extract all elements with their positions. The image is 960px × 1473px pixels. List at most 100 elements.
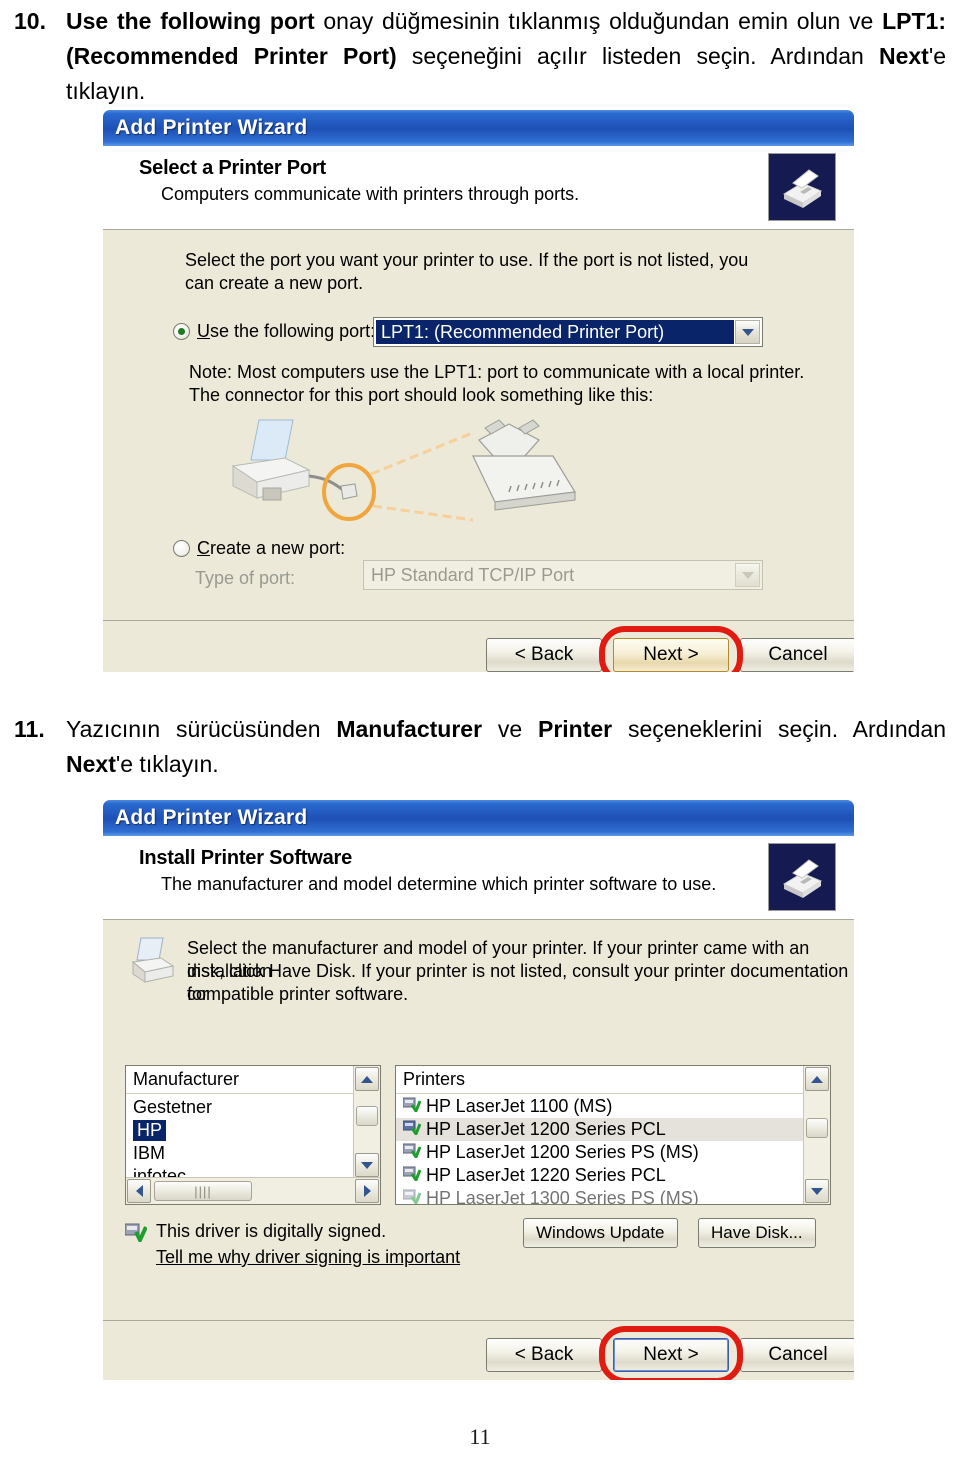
dialog-content-2: Select the manufacturer and model of you…	[103, 920, 854, 1380]
dialog-body-1: Select a Printer Port Computers communic…	[103, 146, 854, 672]
next-button-1-label: Next >	[613, 638, 729, 672]
step-10-number: 10.	[14, 8, 46, 34]
cancel-button-2[interactable]: Cancel	[740, 1338, 854, 1372]
type-of-port-dropdown: HP Standard TCP/IP Port	[363, 560, 763, 590]
digitally-signed-icon	[124, 1223, 148, 1247]
window-title-2: Add Printer Wizard	[115, 806, 308, 829]
manufacturer-item-2: IBM	[133, 1143, 166, 1163]
scroll-down-icon-printers[interactable]	[805, 1179, 829, 1203]
next-button-2-label: Next >	[613, 1338, 729, 1372]
driver-signed-texts: This driver is digitally signed. Tell me…	[156, 1220, 460, 1268]
scroll-up-icon-manufacturer[interactable]	[355, 1067, 379, 1091]
step-10-text-1: onay düğmesinin tıklanmış olduğundan emi…	[314, 8, 883, 34]
windows-update-button[interactable]: Windows Update	[523, 1218, 678, 1248]
titlebar-1: Add Printer Wizard	[103, 110, 854, 146]
port-intro-text: Select the port you want your printer to…	[185, 250, 749, 293]
use-following-port-label: Use the following port:	[197, 321, 376, 341]
step-11-number: 11.	[14, 716, 45, 742]
step-11-text-2: ve	[482, 716, 538, 742]
manufacturer-scroll-thumb[interactable]	[356, 1106, 378, 1126]
software-intro-line-3: compatible printer software.	[187, 984, 409, 1004]
driver-signing-link[interactable]: Tell me why driver signing is important	[156, 1247, 460, 1268]
dialog-subheading-2: The manufacturer and model determine whi…	[161, 874, 717, 894]
step-10-instruction: 10. Use the following port onay düğmesin…	[14, 4, 946, 109]
list-item[interactable]: IBM	[126, 1142, 380, 1165]
list-item[interactable]: HP LaserJet 1200 Series PS (MS)	[396, 1141, 830, 1164]
dialog-header-2: Install Printer Software The manufacture…	[103, 836, 854, 920]
page-number: 11	[469, 1424, 491, 1449]
add-printer-wizard-software-window: Add Printer Wizard Install Printer Softw…	[103, 800, 854, 1380]
manufacturer-vertical-scrollbar[interactable]	[353, 1066, 380, 1178]
next-button-1[interactable]: Next >	[613, 638, 729, 672]
list-item[interactable]: HP LaserJet 1100 (MS)	[396, 1095, 830, 1118]
manufacturer-listbox[interactable]: Manufacturer Gestetner HP IBM infotec ||…	[125, 1065, 381, 1205]
add-printer-wizard-port-window: Add Printer Wizard Select a Printer Port…	[103, 110, 854, 672]
port-note-line-1: Note: Most computers use the LPT1: port …	[189, 362, 805, 382]
step-11-text-3: seçeneklerini seçin. Ardından	[612, 716, 947, 742]
have-disk-button[interactable]: Have Disk...	[698, 1218, 816, 1248]
chevron-down-icon-type	[735, 563, 760, 587]
back-button-2[interactable]: < Back	[486, 1338, 602, 1372]
printers-scroll-thumb[interactable]	[806, 1118, 828, 1138]
dialog-content-1: Select the port you want your printer to…	[103, 230, 854, 672]
type-of-port-value: HP Standard TCP/IP Port	[371, 565, 575, 585]
scroll-left-icon-manufacturer[interactable]	[127, 1179, 151, 1203]
use-following-port-row[interactable]: Use the following port:	[173, 320, 375, 343]
window-title-1: Add Printer Wizard	[115, 116, 308, 139]
dialog-heading-1: Select a Printer Port	[139, 157, 326, 179]
step-10-text-2: seçeneğini açılır listeden seçin. Ardınd…	[396, 43, 879, 69]
printers-list-rows: HP LaserJet 1100 (MS) HP LaserJet 1200 S…	[396, 1094, 830, 1205]
chevron-down-icon-port[interactable]	[735, 320, 760, 344]
step-10-bold-1: Use the following port	[66, 8, 315, 34]
cancel-button-1[interactable]: Cancel	[740, 638, 854, 672]
printer-driver-icon	[402, 1142, 422, 1163]
port-note-line-2: The connector for this port should look …	[189, 385, 654, 405]
printer-banner-icon-1	[768, 153, 836, 221]
port-illustration	[223, 414, 703, 532]
create-new-port-radio[interactable]	[173, 540, 190, 557]
footer-separator-1	[103, 620, 854, 621]
dialog-header-1: Select a Printer Port Computers communic…	[103, 146, 854, 230]
printer-banner-icon-2	[768, 843, 836, 911]
list-item[interactable]: HP LaserJet 1300 Series PS (MS)	[396, 1187, 830, 1205]
step-11-bold-3: Next	[66, 751, 116, 777]
dialog-subheading-1: Computers communicate with printers thro…	[161, 184, 580, 204]
use-following-port-radio[interactable]	[173, 323, 190, 340]
scroll-up-icon-printers[interactable]	[805, 1067, 829, 1091]
list-item[interactable]: HP	[126, 1119, 380, 1142]
printer-driver-icon	[402, 1119, 422, 1140]
create-new-port-label: Create a new port:	[197, 538, 346, 558]
scroll-right-icon-manufacturer[interactable]	[355, 1179, 379, 1203]
dialog-frame-1: Add Printer Wizard Select a Printer Port…	[103, 110, 854, 672]
printers-vertical-scrollbar[interactable]	[803, 1066, 830, 1204]
next-button-2[interactable]: Next >	[613, 1338, 729, 1372]
back-button-1-label: < Back	[486, 638, 602, 672]
printer-driver-icon	[402, 1165, 422, 1186]
document-page: 10. Use the following port onay düğmesin…	[0, 0, 960, 1473]
manufacturer-list-header: Manufacturer	[126, 1066, 380, 1094]
driver-signed-text: This driver is digitally signed.	[156, 1221, 387, 1241]
titlebar-2: Add Printer Wizard	[103, 800, 854, 836]
type-of-port-label: Type of port:	[195, 568, 296, 588]
have-disk-label: Have Disk...	[698, 1218, 816, 1248]
step-10-bold-3: (Recommended Printer Port)	[66, 43, 397, 69]
step-10-text-3: 'e	[928, 43, 946, 69]
cancel-button-1-label: Cancel	[740, 638, 854, 672]
step-11-text-4: 'e tıklayın.	[115, 751, 219, 777]
printers-listbox[interactable]: Printers HP LaserJet 1100 (MS) HP LaserJ…	[395, 1065, 831, 1205]
dialog-body-2: Install Printer Software The manufacture…	[103, 836, 854, 1380]
list-item[interactable]: HP LaserJet 1200 Series PCL	[396, 1118, 830, 1141]
manufacturer-item-1: HP	[133, 1120, 167, 1141]
manufacturer-hscroll-thumb[interactable]: ||||	[154, 1181, 252, 1201]
back-button-2-label: < Back	[486, 1338, 602, 1372]
dialog-heading-2: Install Printer Software	[139, 847, 353, 869]
create-new-port-row[interactable]: Create a new port:	[173, 537, 345, 560]
scroll-down-icon-manufacturer[interactable]	[355, 1153, 379, 1177]
printer-driver-icon	[402, 1188, 422, 1204]
list-item[interactable]: HP LaserJet 1220 Series PCL	[396, 1164, 830, 1187]
printer-item-4: HP LaserJet 1300 Series PS (MS)	[426, 1188, 699, 1205]
manufacturer-horizontal-scrollbar[interactable]: ||||	[126, 1177, 380, 1204]
port-select-dropdown[interactable]: LPT1: (Recommended Printer Port)	[373, 317, 763, 347]
back-button-1[interactable]: < Back	[486, 638, 602, 672]
list-item[interactable]: Gestetner	[126, 1096, 380, 1119]
